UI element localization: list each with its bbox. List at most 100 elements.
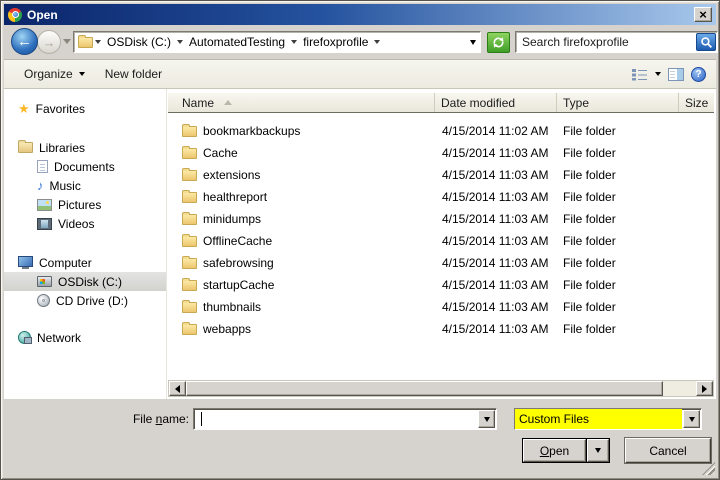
open-button[interactable]: Open — [523, 439, 586, 462]
table-row[interactable]: bookmarkbackups 4/15/2014 11:02 AM File … — [168, 120, 714, 142]
file-date: 4/15/2014 11:02 AM — [435, 124, 557, 138]
search-icon — [700, 36, 713, 49]
file-rows: bookmarkbackups 4/15/2014 11:02 AM File … — [168, 114, 714, 340]
column-label: Date modified — [441, 96, 515, 110]
sidebar-item-cd-drive[interactable]: CD Drive (D:) — [4, 291, 166, 310]
sidebar-item-network[interactable]: Network — [4, 328, 166, 347]
file-type: File folder — [557, 124, 679, 138]
folder-icon — [182, 126, 197, 137]
breadcrumb-arrow-icon[interactable] — [374, 40, 380, 44]
address-history-dropdown[interactable] — [470, 40, 476, 45]
file-type: File folder — [557, 146, 679, 160]
search-box[interactable]: Search firefoxprofile — [515, 31, 718, 53]
table-row[interactable]: thumbnails 4/15/2014 11:03 AM File folde… — [168, 296, 714, 318]
folder-icon — [182, 324, 197, 335]
file-type-combo[interactable]: Custom Files — [514, 408, 702, 430]
recent-pages-dropdown[interactable] — [63, 39, 71, 44]
sidebar-item-favorites[interactable]: ★ Favorites — [4, 99, 166, 118]
search-button[interactable] — [696, 33, 716, 51]
horizontal-scrollbar[interactable] — [168, 380, 714, 397]
refresh-button[interactable] — [487, 32, 510, 53]
table-row[interactable]: startupCache 4/15/2014 11:03 AM File fol… — [168, 274, 714, 296]
scroll-right-button[interactable] — [696, 381, 713, 396]
folder-icon — [182, 214, 197, 225]
file-name-input[interactable] — [194, 409, 477, 429]
sidebar-item-videos[interactable]: Videos — [4, 214, 166, 233]
sort-ascending-icon — [224, 100, 232, 105]
table-row[interactable]: safebrowsing 4/15/2014 11:03 AM File fol… — [168, 252, 714, 274]
forward-arrow-icon: → — [43, 35, 56, 50]
folder-icon — [182, 148, 197, 159]
toolbar-right-group: ? — [631, 67, 706, 82]
table-row[interactable]: Cache 4/15/2014 11:03 AM File folder — [168, 142, 714, 164]
file-date: 4/15/2014 11:03 AM — [435, 190, 557, 204]
arrow-right-icon — [702, 385, 707, 393]
breadcrumb-item-automatedtesting[interactable]: AutomatedTesting — [185, 35, 289, 49]
sidebar-item-libraries[interactable]: Libraries — [4, 138, 166, 157]
file-name-dropdown-button[interactable] — [478, 410, 495, 428]
breadcrumb-arrow-icon[interactable] — [291, 40, 297, 44]
open-dropdown-button[interactable] — [587, 439, 609, 462]
views-icon[interactable] — [631, 68, 648, 81]
resize-grip[interactable] — [702, 462, 715, 475]
folder-icon — [182, 236, 197, 247]
organize-menu[interactable]: Organize — [14, 63, 95, 85]
sidebar-item-documents[interactable]: Documents — [4, 157, 166, 176]
sidebar-gap — [4, 310, 166, 328]
sidebar-item-label: Documents — [54, 160, 115, 174]
help-glyph: ? — [695, 69, 701, 80]
cancel-button[interactable]: Cancel — [625, 438, 711, 463]
breadcrumb-arrow-icon[interactable] — [95, 40, 101, 44]
forward-button[interactable]: → — [37, 30, 61, 54]
table-row[interactable]: minidumps 4/15/2014 11:03 AM File folder — [168, 208, 714, 230]
scrollbar-track[interactable] — [663, 381, 696, 396]
file-date: 4/15/2014 11:03 AM — [435, 168, 557, 182]
column-header-name[interactable]: Name — [168, 93, 435, 112]
table-row[interactable]: webapps 4/15/2014 11:03 AM File folder — [168, 318, 714, 340]
open-split-button: Open — [522, 438, 610, 463]
column-header-date-modified[interactable]: Date modified — [435, 93, 557, 112]
search-input[interactable]: Search firefoxprofile — [516, 35, 696, 49]
sidebar-item-osdisk[interactable]: OSDisk (C:) — [4, 272, 166, 291]
back-arrow-icon: ← — [17, 33, 32, 50]
address-bar[interactable]: OSDisk (C:) AutomatedTesting firefoxprof… — [73, 31, 481, 53]
help-icon[interactable]: ? — [691, 67, 706, 82]
column-header-size[interactable]: Size — [679, 93, 714, 112]
scroll-left-button[interactable] — [169, 381, 186, 396]
file-date: 4/15/2014 11:03 AM — [435, 256, 557, 270]
column-label: Type — [563, 96, 589, 110]
network-icon — [18, 331, 31, 344]
breadcrumb-arrow-icon[interactable] — [177, 40, 183, 44]
star-icon: ★ — [18, 102, 30, 115]
file-type: File folder — [557, 300, 679, 314]
new-folder-label: New folder — [105, 67, 162, 81]
cd-icon — [37, 294, 50, 307]
file-type: File folder — [557, 168, 679, 182]
file-date: 4/15/2014 11:03 AM — [435, 146, 557, 160]
preview-pane-icon[interactable] — [668, 68, 684, 81]
table-row[interactable]: healthreport 4/15/2014 11:03 AM File fol… — [168, 186, 714, 208]
close-button[interactable]: × — [694, 7, 712, 22]
scrollbar-thumb[interactable] — [186, 381, 663, 396]
views-dropdown-icon[interactable] — [655, 72, 661, 76]
sidebar-item-label: Favorites — [36, 102, 85, 116]
column-header-type[interactable]: Type — [557, 93, 679, 112]
sidebar-item-label: OSDisk (C:) — [58, 275, 122, 289]
sidebar-item-label: Libraries — [39, 141, 85, 155]
chrome-icon — [8, 8, 22, 22]
breadcrumb-item-firefoxprofile[interactable]: firefoxprofile — [299, 35, 372, 49]
sidebar-item-pictures[interactable]: Pictures — [4, 195, 166, 214]
column-header-row: Name Date modified Type Size — [168, 93, 714, 113]
table-row[interactable]: extensions 4/15/2014 11:03 AM File folde… — [168, 164, 714, 186]
label-text: File — [133, 412, 156, 426]
sidebar-item-label: CD Drive (D:) — [56, 294, 128, 308]
file-type-dropdown-button[interactable] — [683, 410, 700, 428]
sidebar-item-computer[interactable]: Computer — [4, 253, 166, 272]
new-folder-button[interactable]: New folder — [95, 63, 172, 85]
chevron-down-icon — [595, 448, 601, 453]
table-row[interactable]: OfflineCache 4/15/2014 11:03 AM File fol… — [168, 230, 714, 252]
sidebar-item-music[interactable]: ♪ Music — [4, 176, 166, 195]
organize-label: Organize — [24, 67, 73, 81]
breadcrumb-item-osdisk[interactable]: OSDisk (C:) — [103, 35, 175, 49]
back-button[interactable]: ← — [11, 28, 38, 55]
